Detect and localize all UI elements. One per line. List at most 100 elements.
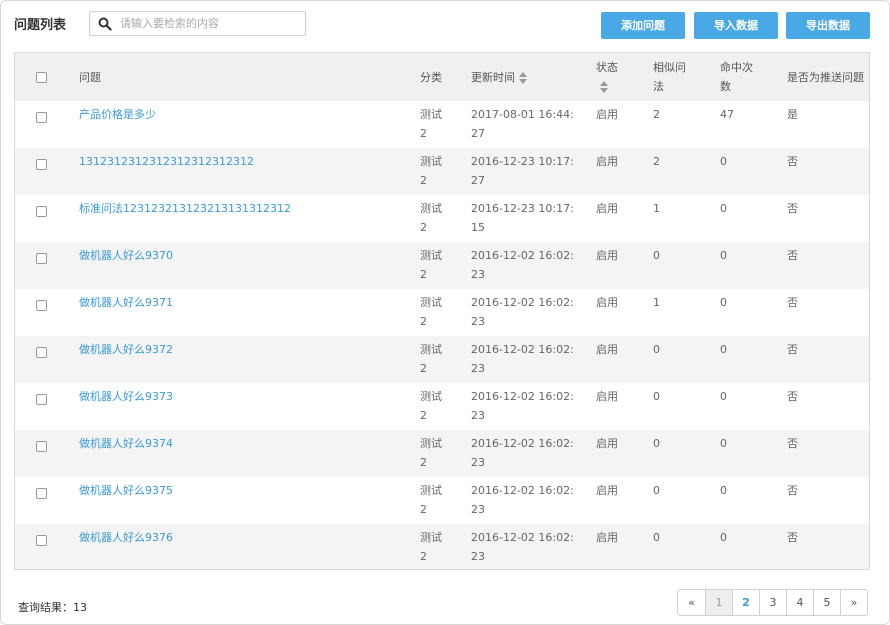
updated-cell: 2016-12-02 16:02:23 [467, 383, 592, 430]
row-checkbox[interactable] [36, 158, 47, 170]
hits-cell: 0 [716, 524, 783, 569]
next-page-button[interactable]: » [840, 590, 867, 615]
col-status[interactable]: 状态 [592, 53, 649, 101]
category-cell: 测试2 [416, 148, 467, 195]
page-button-2[interactable]: 2 [732, 590, 759, 615]
row-checkbox[interactable] [36, 393, 47, 405]
updated-value: 2016-12-02 16:02:23 [471, 531, 574, 563]
question-cell: 做机器人好么9375 [75, 477, 416, 524]
status-cell: 启用 [592, 383, 649, 430]
push-value: 是 [787, 108, 798, 121]
push-value: 否 [787, 202, 798, 215]
category-cell: 测试2 [416, 383, 467, 430]
col-hits-label: 命中次数 [720, 61, 753, 93]
hits-cell: 0 [716, 148, 783, 195]
updated-value: 2016-12-23 10:17:15 [471, 202, 574, 234]
category-value: 测试2 [420, 296, 442, 328]
table-row: 1312312312312312312312312 测试2 2016-12-23 1… [15, 148, 869, 195]
status-value: 启用 [596, 531, 618, 544]
add-question-button[interactable]: 添加问题 [601, 12, 685, 39]
hits-value: 0 [720, 531, 727, 544]
result-count: 查询结果：13 [18, 599, 87, 615]
row-checkbox-cell [15, 101, 75, 148]
col-category-label: 分类 [420, 70, 442, 84]
row-checkbox[interactable] [36, 111, 47, 123]
question-link[interactable]: 产品价格是多少 [79, 108, 156, 121]
export-data-button[interactable]: 导出数据 [786, 12, 870, 39]
similar-cell: 0 [649, 430, 716, 477]
row-checkbox[interactable] [36, 205, 47, 217]
status-value: 启用 [596, 108, 618, 121]
updated-value: 2016-12-02 16:02:23 [471, 390, 574, 422]
import-data-button[interactable]: 导入数据 [694, 12, 778, 39]
page-button-1[interactable]: 1 [705, 590, 732, 615]
row-checkbox-cell [15, 477, 75, 524]
result-count-value: 13 [73, 601, 87, 614]
page-button-3[interactable]: 3 [759, 590, 786, 615]
question-link[interactable]: 标准问法123123213123213131312312 [79, 202, 291, 215]
row-checkbox[interactable] [36, 252, 47, 264]
updated-cell: 2016-12-23 10:17:15 [467, 195, 592, 242]
push-cell: 是 [783, 101, 869, 148]
header-checkbox-cell [15, 53, 75, 101]
sort-icon[interactable] [519, 71, 527, 84]
similar-cell: 1 [649, 195, 716, 242]
status-cell: 启用 [592, 101, 649, 148]
updated-cell: 2016-12-02 16:02:23 [467, 524, 592, 569]
row-checkbox[interactable] [36, 346, 47, 358]
result-label: 查询结果： [18, 601, 73, 614]
updated-value: 2016-12-02 16:02:23 [471, 343, 574, 375]
similar-value: 0 [653, 437, 660, 450]
hits-cell: 0 [716, 430, 783, 477]
hits-cell: 0 [716, 242, 783, 289]
table-row: 做机器人好么9372 测试2 2016-12-02 16:02:23 启用 0 0 否 [15, 336, 869, 383]
question-cell: 做机器人好么9373 [75, 383, 416, 430]
prev-page-button[interactable]: « [678, 590, 705, 615]
hits-cell: 0 [716, 195, 783, 242]
similar-cell: 2 [649, 101, 716, 148]
similar-value: 0 [653, 484, 660, 497]
question-link[interactable]: 做机器人好么9376 [79, 531, 173, 544]
row-checkbox[interactable] [36, 440, 47, 452]
table-row: 做机器人好么9376 测试2 2016-12-02 16:02:23 启用 0 0 否 [15, 524, 869, 569]
search-box[interactable] [89, 11, 306, 36]
category-value: 测试2 [420, 484, 442, 516]
status-value: 启用 [596, 390, 618, 403]
col-updated-label: 更新时间 [471, 70, 515, 84]
similar-cell: 0 [649, 383, 716, 430]
search-input[interactable] [120, 13, 300, 34]
question-link[interactable]: 做机器人好么9375 [79, 484, 173, 497]
status-cell: 启用 [592, 430, 649, 477]
col-status-label: 状态 [596, 61, 618, 74]
updated-cell: 2016-12-02 16:02:23 [467, 289, 592, 336]
row-checkbox[interactable] [36, 487, 47, 499]
table-body: 产品价格是多少 测试2 2017-08-01 16:44:27 启用 2 47 是 13123… [15, 101, 869, 569]
row-checkbox-cell [15, 383, 75, 430]
table-row: 做机器人好么9375 测试2 2016-12-02 16:02:23 启用 0 0 否 [15, 477, 869, 524]
question-link[interactable]: 做机器人好么9371 [79, 296, 173, 309]
category-cell: 测试2 [416, 289, 467, 336]
question-link[interactable]: 做机器人好么9374 [79, 437, 173, 450]
category-value: 测试2 [420, 108, 442, 140]
status-value: 启用 [596, 484, 618, 497]
col-updated[interactable]: 更新时间 [467, 53, 592, 101]
select-all-checkbox[interactable] [36, 72, 47, 83]
question-cell: 做机器人好么9370 [75, 242, 416, 289]
question-link[interactable]: 做机器人好么9372 [79, 343, 173, 356]
question-link[interactable]: 做机器人好么9373 [79, 390, 173, 403]
category-cell: 测试2 [416, 477, 467, 524]
sort-icon[interactable] [600, 81, 608, 93]
category-value: 测试2 [420, 202, 442, 234]
push-cell: 否 [783, 383, 869, 430]
row-checkbox[interactable] [36, 299, 47, 311]
question-link[interactable]: 1312312312312312312312312 [79, 155, 254, 168]
hits-value: 0 [720, 202, 727, 215]
page-button-5[interactable]: 5 [813, 590, 840, 615]
question-link[interactable]: 做机器人好么9370 [79, 249, 173, 262]
page-button-4[interactable]: 4 [786, 590, 813, 615]
row-checkbox[interactable] [36, 534, 47, 546]
category-value: 测试2 [420, 249, 442, 281]
push-cell: 否 [783, 477, 869, 524]
hits-cell: 0 [716, 336, 783, 383]
updated-value: 2016-12-02 16:02:23 [471, 296, 574, 328]
